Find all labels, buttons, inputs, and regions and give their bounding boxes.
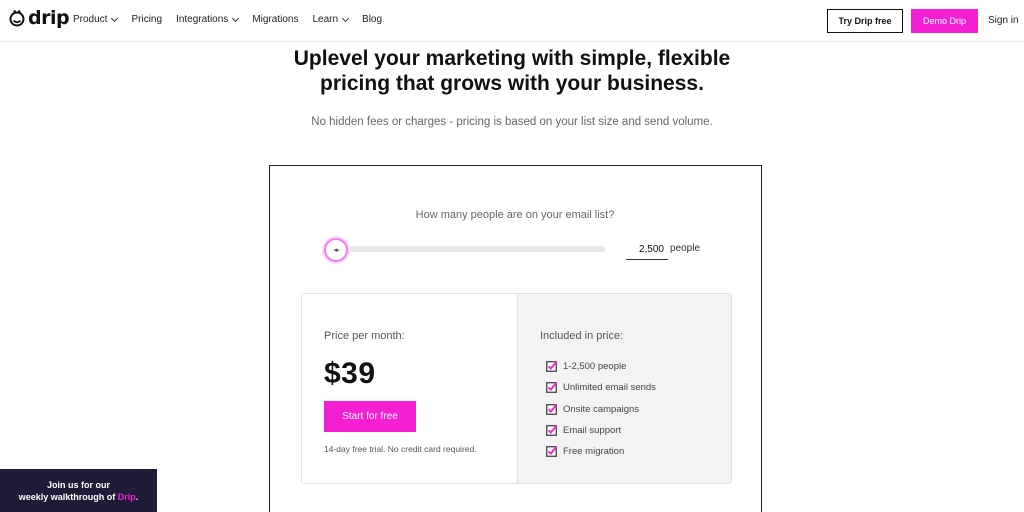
slider-arrows-icon[interactable]: ◂▸ xyxy=(324,238,348,262)
checkbox-checked-icon xyxy=(546,425,557,436)
pricing-calculator-card: How many people are on your email list? … xyxy=(269,165,762,512)
drip-smile-icon xyxy=(9,10,25,27)
top-navigation: drip Product Pricing Integrations Migrat… xyxy=(0,0,1024,42)
list-size-question: How many people are on your email list? xyxy=(415,209,615,221)
checkbox-checked-icon xyxy=(546,403,557,415)
chevron-down-icon xyxy=(111,14,119,22)
sign-in-link[interactable]: Sign in xyxy=(988,15,1019,26)
nav-item-pricing[interactable]: Pricing xyxy=(131,14,162,25)
walkthrough-line-2-suffix: . xyxy=(135,492,139,502)
list-size-slider-track[interactable] xyxy=(328,246,605,252)
price-panel: Price per month: $39 Start for free 14-d… xyxy=(302,294,517,483)
price-value: $39 xyxy=(324,357,376,390)
headline-line-1: Uplevel your marketing with simple, flex… xyxy=(293,47,731,70)
drip-logo[interactable]: drip xyxy=(8,7,70,29)
list-size-input[interactable] xyxy=(626,240,668,260)
nav-item-label: Pricing xyxy=(131,14,163,25)
list-item: 1-2,500 people xyxy=(546,356,656,377)
walkthrough-line-1: Join us for our xyxy=(47,480,110,490)
logo-text: drip xyxy=(28,7,70,29)
included-label: Included in price: xyxy=(540,330,624,342)
headline-line-2: pricing that grows with your business. xyxy=(320,72,704,95)
nav-item-label: Integrations xyxy=(176,14,229,25)
try-drip-free-button[interactable]: Try Drip free xyxy=(827,9,903,33)
list-item: Email support xyxy=(546,420,656,441)
walkthrough-line-2-prefix: weekly walkthrough of xyxy=(18,492,118,502)
page-subtitle: No hidden fees or charges - pricing is b… xyxy=(311,116,713,128)
price-label: Price per month: xyxy=(324,330,405,342)
nav-item-label: Blog xyxy=(362,14,383,25)
walkthrough-brand: Drip xyxy=(117,492,136,502)
nav-item-label: Product xyxy=(73,14,108,25)
checkbox-checked-icon xyxy=(546,382,557,394)
feature-list: 1-2,500 people Unlimited email sends Ons… xyxy=(546,356,656,462)
nav-item-learn[interactable]: Learn xyxy=(312,14,350,25)
nav-item-integrations[interactable]: Integrations xyxy=(176,14,240,25)
chevron-down-icon xyxy=(341,14,350,22)
list-item: Unlimited email sends xyxy=(546,377,656,398)
nav-item-label: Learn xyxy=(312,14,339,25)
walkthrough-banner[interactable]: Join us for our weekly walkthrough of Dr… xyxy=(0,469,157,512)
feature-label: 1-2,500 people xyxy=(563,361,627,373)
checkbox-checked-icon xyxy=(546,361,557,372)
nav-item-blog[interactable]: Blog xyxy=(362,14,382,25)
page-title: Uplevel your marketing with simple, flex… xyxy=(0,46,1024,96)
included-panel: Included in price: 1-2,500 people Unlimi… xyxy=(517,294,731,483)
nav-item-migrations[interactable]: Migrations xyxy=(252,14,298,25)
list-size-unit: people xyxy=(670,243,701,254)
trial-note: 14-day free trial. No credit card requir… xyxy=(324,444,477,454)
chevron-down-icon xyxy=(232,14,240,22)
feature-label: Onsite campaigns xyxy=(563,403,640,415)
demo-drip-button[interactable]: Demo Drip xyxy=(911,9,978,33)
feature-label: Unlimited email sends xyxy=(563,382,656,394)
nav-links: Product Pricing Integrations Migrations … xyxy=(73,14,396,25)
checkbox-checked-icon xyxy=(546,446,557,458)
feature-label: Email support xyxy=(563,425,622,437)
feature-label: Free migration xyxy=(563,446,625,458)
price-summary: Price per month: $39 Start for free 14-d… xyxy=(301,293,732,484)
start-for-free-button[interactable]: Start for free xyxy=(324,401,416,432)
nav-item-label: Migrations xyxy=(252,14,299,25)
nav-item-product[interactable]: Product xyxy=(73,14,119,25)
list-item: Onsite campaigns xyxy=(546,399,656,420)
list-item: Free migration xyxy=(546,441,656,462)
